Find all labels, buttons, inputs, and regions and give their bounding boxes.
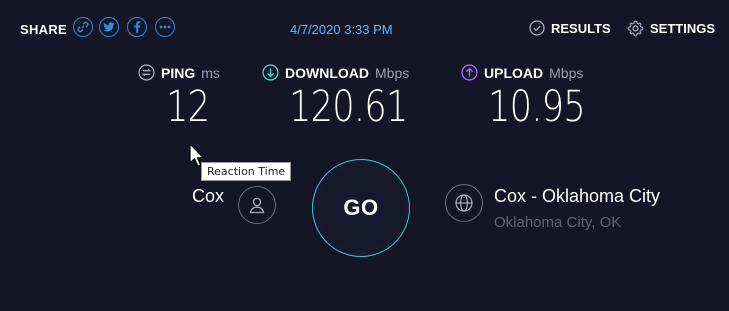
gear-icon (627, 20, 644, 37)
go-label: GO (343, 195, 379, 220)
share-label: SHARE (20, 22, 68, 37)
share-twitter-button[interactable] (99, 17, 119, 37)
server-location: Oklahoma City, OK (494, 214, 622, 231)
ping-label: PING (161, 64, 196, 81)
upload-value: 10.95 (488, 82, 586, 132)
user-icon (249, 197, 265, 214)
share-more-button[interactable] (155, 17, 175, 37)
download-unit: Mbps (375, 64, 410, 81)
share-facebook-button[interactable] (127, 17, 147, 37)
ping-header: PING ms (138, 64, 220, 81)
link-icon (77, 21, 89, 33)
download-value: 120.61 (289, 82, 408, 132)
results-label: RESULTS (551, 20, 611, 36)
reaction-time-tooltip: Reaction Time (201, 162, 292, 181)
go-button[interactable]: GO (312, 159, 410, 257)
ping-unit: ms (201, 64, 220, 81)
settings-label: SETTINGS (650, 21, 716, 36)
results-button[interactable]: RESULTS (529, 20, 611, 36)
share-link-button[interactable] (73, 17, 93, 37)
download-label: DOWNLOAD (285, 64, 369, 81)
upload-label: UPLOAD (484, 64, 544, 81)
globe-icon (455, 194, 473, 212)
test-timestamp: 4/7/2020 3:33 PM (290, 22, 393, 37)
ping-icon (138, 64, 155, 81)
download-icon (262, 64, 279, 81)
upload-icon (461, 64, 478, 81)
isp-user-button[interactable] (238, 186, 276, 224)
upload-unit: Mbps (549, 64, 584, 81)
ping-value: 12 (166, 82, 210, 132)
change-server-button[interactable] (445, 184, 483, 222)
isp-name: Cox (192, 186, 225, 206)
settings-button[interactable]: SETTINGS (627, 20, 715, 37)
server-name[interactable]: Cox - Oklahoma City (494, 186, 660, 207)
more-icon (159, 25, 171, 29)
twitter-icon (103, 21, 115, 31)
upload-header: UPLOAD Mbps (461, 64, 583, 81)
facebook-icon (134, 21, 141, 33)
check-circle-icon (529, 20, 545, 36)
download-header: DOWNLOAD Mbps (262, 64, 409, 81)
